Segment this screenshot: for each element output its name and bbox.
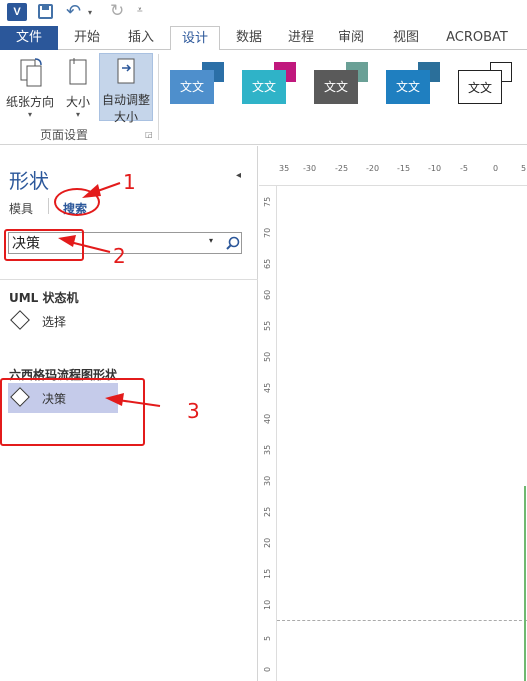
undo-dropdown-icon[interactable]: ▾ [88,8,92,17]
page-edge-line [524,486,526,681]
size-button[interactable]: 大小 ▾ [60,54,96,120]
ruler-tick: 25 [263,506,272,517]
quick-access-toolbar: V ↶ ▾ ↻ ⩡ [0,0,527,26]
ruler-tick: -10 [428,164,442,173]
ribbon-panel: 纸张方向 ▾ 大小 ▾ 自动调整 大小 页面设置 ◲ 文文 文文 文文 文文 文… [0,50,527,145]
annotation-oval [54,188,100,216]
undo-icon[interactable]: ↶ [66,1,81,22]
ruler-tick: 75 [263,196,272,207]
tab-acrobat[interactable]: ACROBAT [440,26,514,50]
ruler-tick: 0 [493,164,499,173]
tab-insert[interactable]: 插入 [116,26,166,50]
ruler-tick: 5 [263,635,272,641]
annotation-number: 3 [187,399,200,423]
tab-process[interactable]: 进程 [278,26,324,50]
tab-divider [48,198,49,214]
theme-option-5[interactable]: 文文 [456,60,514,108]
theme-option-1[interactable]: 文文 [168,60,226,108]
drawing-canvas[interactable]: 35 -30 -25 -20 -15 -10 -5 0 5 75 70 65 6… [259,146,527,681]
tab-home[interactable]: 开始 [62,26,112,50]
search-icon[interactable] [225,235,241,251]
group-separator [158,54,159,140]
autofit-icon [117,58,135,84]
ruler-tick: 35 [279,164,290,173]
page-setup-group-label: 页面设置 [40,128,89,142]
ruler-tick: 70 [263,227,272,238]
theme-3-label: 文文 [314,70,358,104]
ruler-tick: -15 [397,164,411,173]
ruler-tick: -20 [366,164,380,173]
collapse-pane-icon[interactable]: ◂ [236,170,241,181]
ruler-tick: 20 [263,537,272,548]
ruler-tick: 45 [263,382,272,393]
theme-2-label: 文文 [242,70,286,104]
redo-icon[interactable]: ↻ [110,1,124,21]
category-title: UML 状态机 [9,291,79,305]
tab-design[interactable]: 设计 [170,26,220,51]
diamond-shape-icon [10,310,30,330]
orientation-dropdown-icon: ▾ [27,110,32,119]
ruler-tick: 0 [263,666,272,672]
size-icon [69,58,87,85]
annotation-number: 1 [123,170,136,194]
ribbon-tabs: 文件 开始 插入 设计 数据 进程 审阅 视图 ACROBAT [0,26,527,51]
theme-option-4[interactable]: 文文 [384,60,442,108]
tab-stencils[interactable]: 模具 [9,200,33,217]
size-label: 大小 [65,95,90,109]
shape-label: 选择 [42,315,67,329]
ruler-tick: 15 [263,568,272,579]
ruler-tick: 40 [263,413,272,424]
divider [0,279,258,280]
autofit-label-1: 自动调整 [101,93,150,107]
theme-option-2[interactable]: 文文 [240,60,298,108]
annotation-box [0,378,145,446]
tab-view[interactable]: 视图 [380,26,432,50]
orientation-icon [20,58,42,87]
ruler-tick: 65 [263,258,272,269]
horizontal-ruler: 35 -30 -25 -20 -15 -10 -5 0 5 [259,156,527,186]
ruler-tick: -25 [335,164,349,173]
tab-data[interactable]: 数据 [224,26,274,50]
ruler-tick: 35 [263,444,272,455]
ruler-tick: 30 [263,475,272,486]
vertical-ruler: 75 70 65 60 55 50 45 40 35 30 25 20 15 1… [259,186,277,681]
pane-title: 形状 [9,169,49,193]
ruler-tick: 50 [263,351,272,362]
shape-item-choice[interactable]: 选择 [8,306,118,336]
page-break-line [277,620,527,621]
tab-review[interactable]: 审阅 [328,26,374,50]
annotation-box [4,229,84,261]
theme-4-label: 文文 [386,70,430,104]
theme-5-label: 文文 [458,70,502,104]
customize-qat-icon[interactable]: ⩡ [137,5,143,16]
visio-logo-icon: V [7,3,27,21]
ruler-tick: 10 [263,599,272,610]
autofit-label-2: 大小 [113,110,138,124]
theme-1-label: 文文 [170,70,214,104]
ruler-tick: 60 [263,289,272,300]
tab-file[interactable]: 文件 [0,26,58,50]
size-dropdown-icon: ▾ [75,110,80,119]
orientation-button[interactable]: 纸张方向 ▾ [4,54,56,120]
orientation-label: 纸张方向 [5,95,54,109]
ruler-tick: -5 [460,164,468,173]
autofit-button[interactable]: 自动调整 大小 [99,53,153,124]
search-history-dropdown-icon[interactable]: ▾ [209,236,213,245]
save-icon[interactable] [38,4,53,19]
ruler-tick: 55 [263,320,272,331]
dialog-launcher-icon[interactable]: ◲ [145,130,153,139]
ruler-tick: -30 [303,164,317,173]
ruler-tick: 5 [521,164,527,173]
theme-option-3[interactable]: 文文 [312,60,370,108]
annotation-number: 2 [113,244,126,268]
